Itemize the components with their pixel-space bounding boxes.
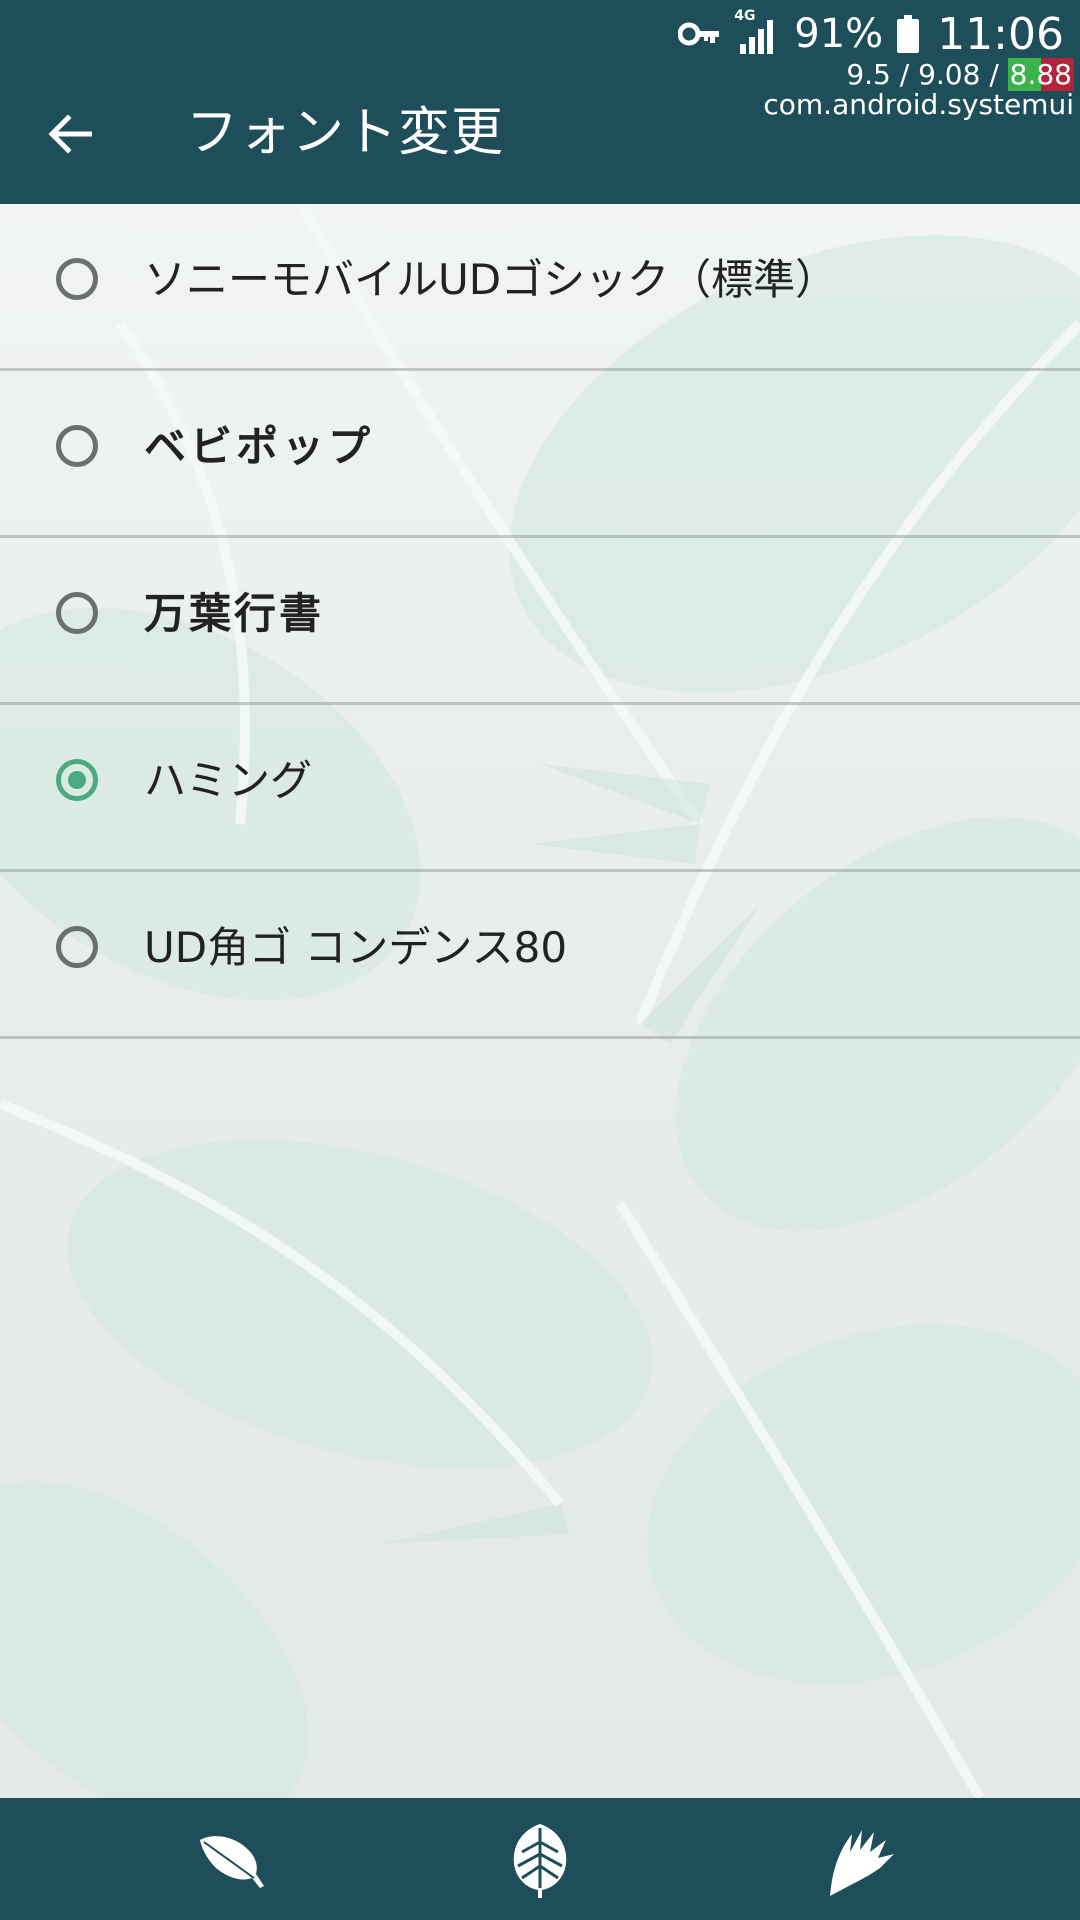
back-arrow-icon: [48, 114, 92, 154]
fps-highlight: 8.88: [1007, 58, 1074, 91]
radio-button[interactable]: [56, 926, 98, 968]
signal-icon: [740, 20, 774, 54]
font-option-label: 万葉行書: [144, 589, 325, 638]
font-option-sony-ud-gothic[interactable]: ソニーモバイルUDゴシック（標準）: [0, 204, 1080, 371]
fps-values: 9.5 / 9.08 /: [846, 58, 1008, 91]
battery-icon: [897, 15, 920, 53]
battery-percent: 91%: [794, 11, 884, 57]
font-list-area: ソニーモバイルUDゴシック（標準） ベビポップ 万葉行書 ハミング UD角ゴ コ…: [0, 204, 1080, 1798]
page-title: フォント変更: [186, 103, 505, 163]
key-icon: [678, 22, 720, 46]
nav-button-feather-leaf[interactable]: [188, 1818, 272, 1902]
back-button[interactable]: [44, 108, 96, 160]
font-option-label: UD角ゴ コンデンス80: [144, 923, 568, 972]
monstera-leaf-icon: [513, 1824, 567, 1898]
font-option-manyo-gyosho[interactable]: 万葉行書: [0, 538, 1080, 705]
clock: 11:06: [937, 8, 1064, 60]
bottom-nav: [0, 1798, 1080, 1920]
top-bar: 4G 91% 11:06 9.5 / 9.08 / 8.88 com.andro…: [0, 0, 1080, 204]
font-option-ud-kakugo-condense80[interactable]: UD角ゴ コンデンス80: [0, 872, 1080, 1039]
status-bar: 4G 91% 11:06: [678, 6, 1064, 62]
palm-leaf-icon: [830, 1830, 894, 1896]
font-option-label: ハミング: [144, 756, 313, 805]
nav-button-monstera-leaf[interactable]: [498, 1818, 582, 1902]
font-option-humming[interactable]: ハミング: [0, 705, 1080, 872]
radio-button[interactable]: [56, 258, 98, 300]
radio-button[interactable]: [56, 425, 98, 467]
fps-readout: 9.5 / 9.08 / 8.88: [763, 58, 1074, 91]
font-radio-group: ソニーモバイルUDゴシック（標準） ベビポップ 万葉行書 ハミング UD角ゴ コ…: [0, 204, 1080, 1039]
feather-leaf-icon: [200, 1836, 264, 1888]
nav-button-palm-leaf[interactable]: [818, 1818, 902, 1902]
package-name: com.android.systemui: [763, 88, 1074, 121]
font-option-bebipop[interactable]: ベビポップ: [0, 371, 1080, 538]
radio-button-selected[interactable]: [56, 759, 98, 801]
debug-overlay: 9.5 / 9.08 / 8.88 com.android.systemui: [763, 58, 1074, 121]
font-option-label: ソニーモバイルUDゴシック（標準）: [144, 255, 838, 304]
radio-button[interactable]: [56, 592, 98, 634]
font-option-label: ベビポップ: [144, 422, 375, 471]
